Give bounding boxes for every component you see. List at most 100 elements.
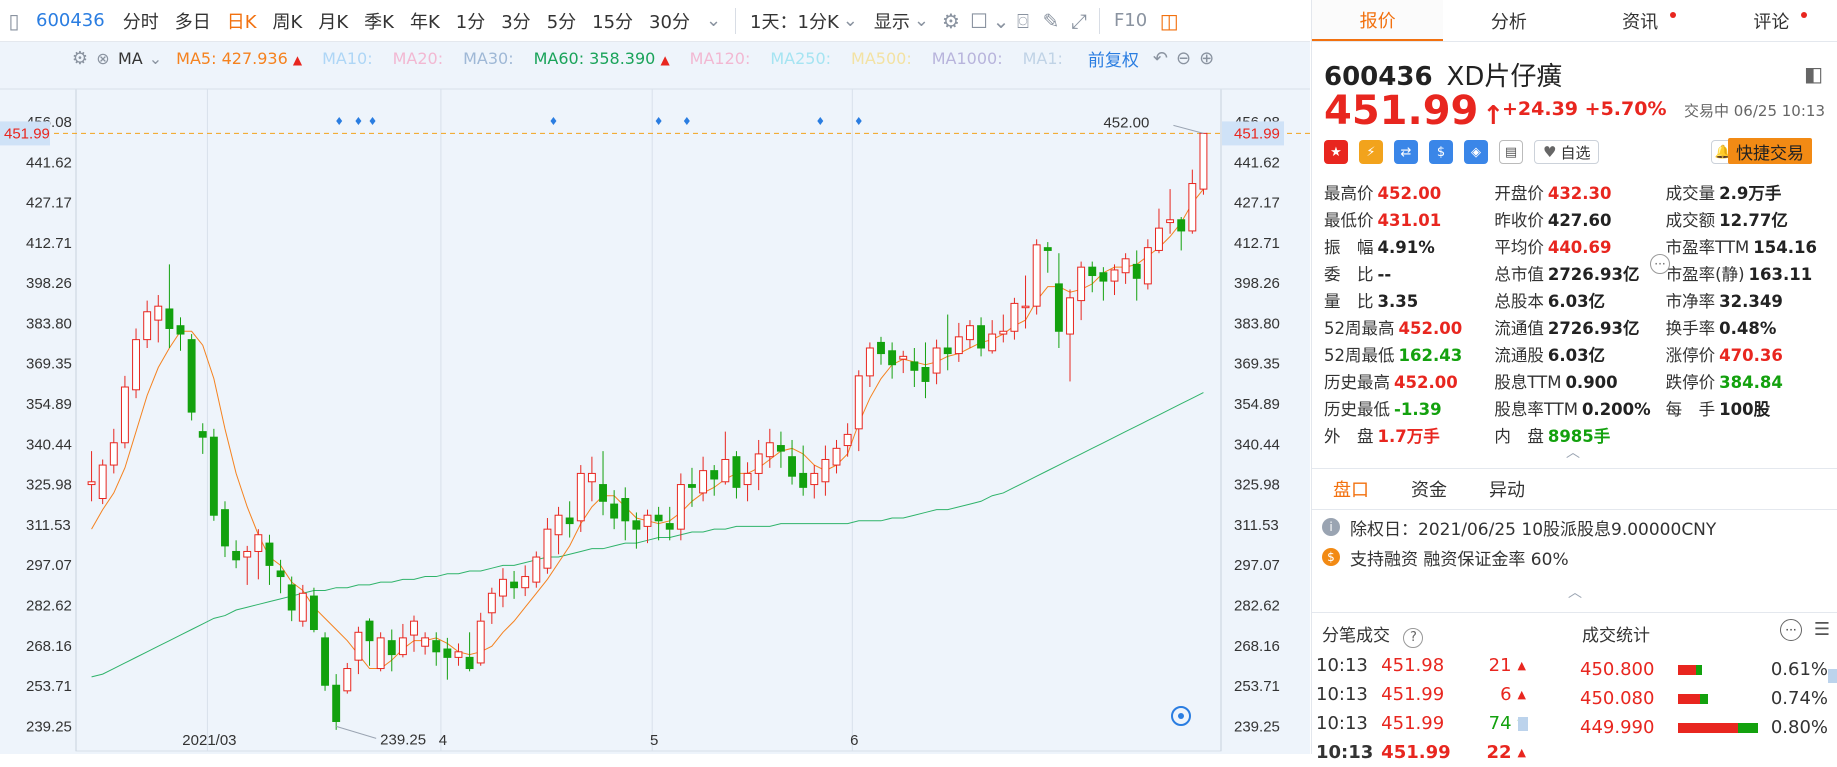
- quote-field-value: 154.16: [1753, 237, 1817, 257]
- tick-volume: 22: [1486, 742, 1512, 763]
- sidebar-collapse-icon[interactable]: ◧: [1804, 62, 1823, 86]
- tab-analysis[interactable]: 分析: [1443, 0, 1574, 41]
- camera-icon[interactable]: ⌼: [1009, 0, 1037, 42]
- candle-body: [321, 637, 330, 686]
- price-change: +24.39 +5.70%: [1502, 98, 1667, 120]
- sidebar-toggle-icon[interactable]: ◫: [1155, 0, 1183, 42]
- collapse-chevron-icon[interactable]: ︿: [1312, 582, 1837, 602]
- tab-comments[interactable]: 评论: [1706, 0, 1837, 41]
- trade-status: 交易中 06/25 10:13: [1684, 102, 1825, 120]
- help-icon[interactable]: ?: [1403, 628, 1424, 648]
- period-tab[interactable]: 1分: [448, 0, 493, 42]
- quote-field: 市盈率TTM 154.16: [1666, 234, 1836, 258]
- period-tab[interactable]: 年K: [402, 0, 448, 42]
- tab-capital[interactable]: 资金: [1390, 476, 1468, 502]
- f10-button[interactable]: F10: [1106, 0, 1155, 42]
- candle-body: [1188, 183, 1197, 232]
- bookmark-icon[interactable]: ▤: [1499, 140, 1523, 164]
- tick-price: 451.98: [1381, 655, 1445, 676]
- candle-body: [510, 581, 519, 589]
- multi-day-dropdown[interactable]: 1天：1分K ⌄: [742, 0, 866, 42]
- panel-toggle-icon[interactable]: ▯: [0, 0, 28, 42]
- candle-body: [788, 456, 796, 477]
- candle-body: [921, 367, 930, 382]
- tab-orderbook[interactable]: 盘口: [1312, 476, 1390, 502]
- more-options-icon[interactable]: ···: [1780, 619, 1802, 641]
- tab-quote[interactable]: 报价: [1312, 0, 1444, 41]
- period-tab[interactable]: 月K: [310, 0, 356, 42]
- more-icon[interactable]: ···: [1650, 254, 1670, 274]
- quote-field-value: 6.03亿: [1547, 345, 1606, 365]
- fullscreen-icon[interactable]: ⤢: [1065, 0, 1093, 42]
- tick-trades-label: 分笔成交: [1322, 626, 1390, 646]
- rectangle-icon[interactable]: ☐: [965, 0, 993, 42]
- candle-body: [298, 592, 307, 622]
- period-more-chevron-icon[interactable]: ⌄: [698, 0, 729, 42]
- watchlist-button[interactable]: ♥ 自选: [1534, 140, 1600, 164]
- display-dropdown[interactable]: 显示 ⌄: [866, 0, 937, 42]
- lightning-icon[interactable]: ⚡: [1359, 140, 1383, 164]
- quick-trade-button[interactable]: 快捷交易: [1728, 138, 1812, 164]
- period-tab[interactable]: 3分: [493, 0, 538, 42]
- china-flag-icon[interactable]: ★: [1324, 140, 1348, 164]
- quote-field-label: 历史最低: [1324, 399, 1390, 419]
- tab-movement[interactable]: 异动: [1468, 476, 1546, 502]
- candle-body: [854, 375, 863, 430]
- y-tick-label-right: 427.17: [1234, 195, 1280, 212]
- quote-field-value: 1.7万手: [1377, 426, 1440, 446]
- pen-icon[interactable]: ✎: [1037, 0, 1065, 42]
- shuffle-icon[interactable]: ⇄: [1394, 140, 1418, 164]
- period-tab[interactable]: 周K: [265, 0, 311, 42]
- candle-body: [287, 584, 296, 611]
- candle-body: [87, 481, 96, 486]
- period-tab[interactable]: 日K: [219, 0, 265, 42]
- stats-row: 450.800 0.61%: [1580, 655, 1830, 684]
- stats-bar-buy: [1678, 693, 1700, 704]
- list-icon[interactable]: ☰: [1814, 619, 1830, 640]
- collapse-chevron-icon[interactable]: ︿: [1566, 442, 1580, 462]
- candle-body: [454, 651, 463, 658]
- chevron-down-icon[interactable]: ⌄: [993, 0, 1010, 42]
- scroll-thumb[interactable]: [1828, 669, 1837, 683]
- y-tick-label-right: 398.26: [1234, 275, 1280, 292]
- candle-body: [832, 447, 841, 466]
- period-tab[interactable]: 多日: [167, 0, 219, 42]
- quote-field-label: 成交额: [1665, 210, 1716, 230]
- stats-pct: 0.80%: [1770, 717, 1828, 738]
- tick-time: 10:13: [1316, 713, 1368, 734]
- period-tab[interactable]: 5分: [539, 0, 584, 42]
- y-tick-label-left: 282.62: [26, 597, 72, 614]
- scroll-thumb[interactable]: [1518, 717, 1528, 731]
- kline-chart-panel: ⚙ ⊗ MA ⌄ MA5: 427.936 ▲ MA10: MA20: MA30…: [0, 42, 1310, 754]
- quote-field: 52周最低 162.43: [1324, 342, 1494, 366]
- quote-field: 成交量 2.9万手: [1666, 180, 1836, 204]
- candle-body: [198, 431, 207, 438]
- tab-news[interactable]: 资讯: [1575, 0, 1706, 41]
- quote-field: [1666, 425, 1836, 444]
- quote-field-value: 162.43: [1398, 345, 1463, 365]
- dollar-icon[interactable]: $: [1429, 140, 1453, 164]
- candle-body: [1066, 297, 1074, 335]
- settings-icon[interactable]: ⚙: [937, 0, 965, 42]
- quote-field: 最高价 452.00: [1324, 180, 1494, 204]
- quote-field-label: 跌停价: [1665, 372, 1716, 392]
- period-tab[interactable]: 季K: [356, 0, 402, 42]
- quote-field-value: 2726.93亿: [1547, 264, 1640, 284]
- quote-field-value: 32.349: [1719, 291, 1783, 311]
- y-tick-label-right: 325.98: [1234, 477, 1280, 494]
- quote-field-label: 流通股: [1494, 345, 1544, 365]
- y-tick-label-right: 354.89: [1234, 396, 1280, 413]
- candle-body: [1032, 244, 1041, 307]
- candle-body: [754, 453, 763, 474]
- candle-body: [120, 386, 129, 444]
- quote-field: 总市值 2726.93亿: [1494, 261, 1665, 285]
- period-tab[interactable]: 30分: [641, 0, 698, 42]
- period-tab[interactable]: 15分: [584, 0, 641, 42]
- candlestick-chart[interactable]: 456.08456.08441.62441.62427.17427.17412.…: [0, 42, 1310, 754]
- quote-row: 外 盘 1.7万手内 盘 8985手: [1324, 421, 1836, 448]
- quote-field: 平均价 440.69: [1494, 234, 1665, 258]
- tag-icon[interactable]: ◈: [1464, 140, 1488, 164]
- stats-bar-sell: [1738, 722, 1758, 733]
- candle-body: [187, 339, 196, 413]
- period-tab[interactable]: 分时: [115, 0, 167, 42]
